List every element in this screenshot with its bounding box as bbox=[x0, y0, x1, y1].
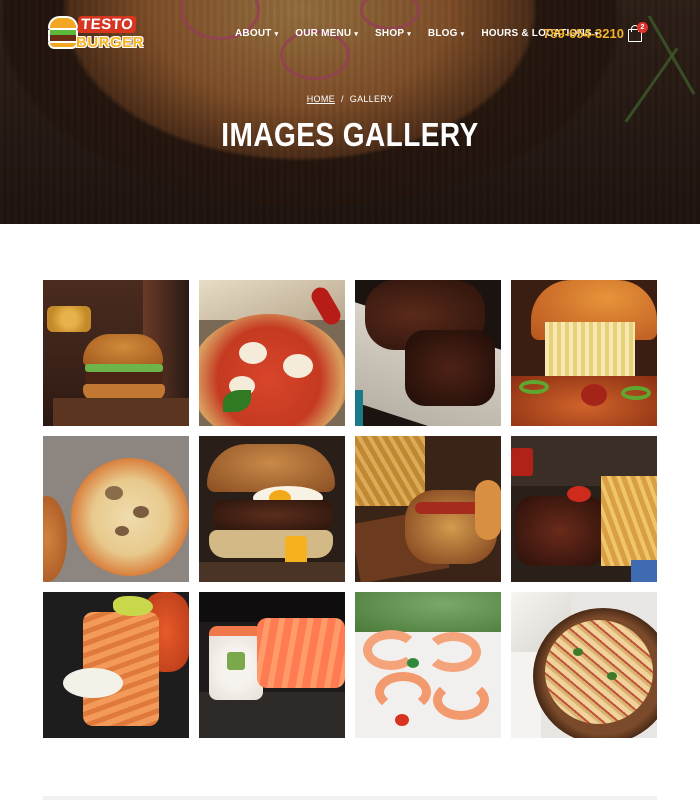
breadcrumb-current: GALLERY bbox=[349, 94, 394, 104]
logo-text-line1: TESTO bbox=[77, 16, 137, 33]
gallery-image-steak[interactable] bbox=[511, 436, 657, 582]
cart-button[interactable]: 2 bbox=[627, 22, 648, 44]
gallery-image-shrimp[interactable] bbox=[355, 592, 501, 738]
burger-logo-icon bbox=[48, 16, 78, 50]
nav-item-label: BLOG bbox=[427, 28, 458, 39]
page-title: IMAGES GALLERY bbox=[221, 116, 479, 153]
image-gallery bbox=[43, 280, 657, 740]
onion-decoration bbox=[360, 0, 420, 30]
chevron-down-icon: ▾ bbox=[460, 31, 465, 38]
chevron-down-icon: ▾ bbox=[407, 31, 411, 38]
gallery-image-pasta[interactable] bbox=[511, 592, 657, 738]
logo-text-line2: BURGER bbox=[76, 34, 145, 51]
cart-count-badge: 2 bbox=[637, 22, 648, 33]
gallery-image-bacon-sandwich[interactable] bbox=[355, 436, 501, 582]
gallery-image-pizza-slice[interactable] bbox=[511, 280, 657, 426]
breadcrumb: HOME / GALLERY bbox=[0, 94, 700, 104]
gallery-image-salmon[interactable] bbox=[43, 592, 189, 738]
nav-item-label: SHOP bbox=[375, 28, 405, 39]
gallery-image-pizza[interactable] bbox=[199, 280, 345, 426]
gallery-image-mushroom-pizza[interactable] bbox=[43, 436, 189, 582]
gallery-image-sushi[interactable] bbox=[199, 592, 345, 738]
nav-item-label: ABOUT bbox=[235, 28, 272, 39]
chevron-down-icon: ▾ bbox=[274, 31, 279, 38]
gallery-image-burger[interactable] bbox=[43, 280, 189, 426]
chevron-down-icon: ▾ bbox=[354, 31, 359, 38]
breadcrumb-home-link[interactable]: HOME bbox=[307, 94, 335, 104]
breadcrumb-separator: / bbox=[340, 94, 344, 104]
nav-item-about[interactable]: ABOUT ▾ bbox=[235, 28, 278, 39]
site-logo[interactable]: TESTO BURGER bbox=[48, 12, 144, 56]
footer-strip bbox=[43, 796, 657, 800]
gallery-image-egg-burger[interactable] bbox=[199, 436, 345, 582]
nav-item-our-menu[interactable]: OUR MENU ▾ bbox=[295, 28, 358, 39]
herb-decoration bbox=[624, 47, 679, 123]
gallery-image-ribs[interactable] bbox=[355, 280, 501, 426]
nav-item-blog[interactable]: BLOG ▾ bbox=[428, 28, 464, 39]
phone-number[interactable]: 789-654-3210 bbox=[543, 26, 624, 41]
nav-item-shop[interactable]: SHOP ▾ bbox=[375, 28, 411, 39]
nav-item-label: OUR MENU bbox=[295, 28, 352, 39]
